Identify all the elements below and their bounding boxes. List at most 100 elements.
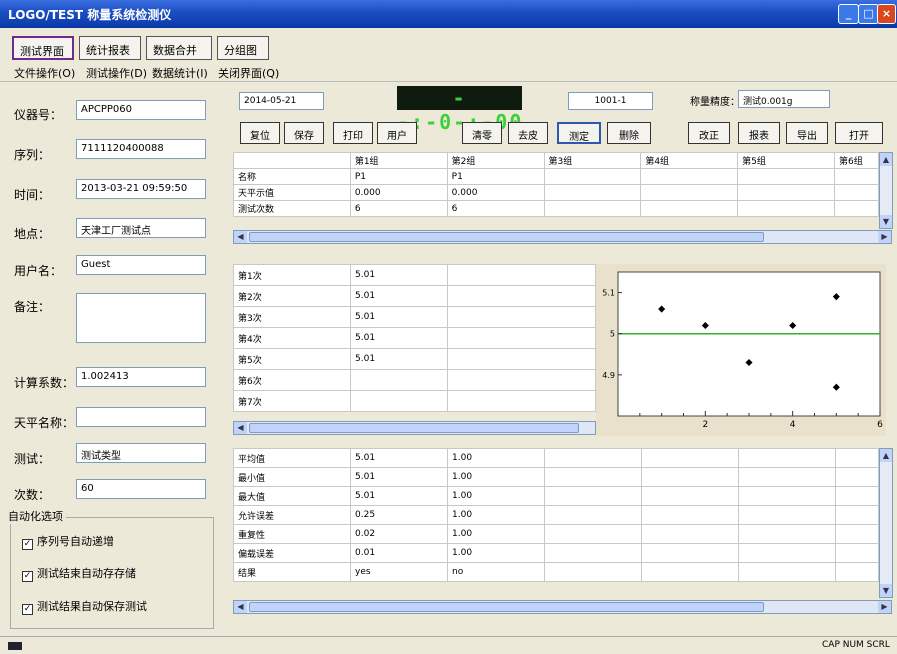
scale-name-field[interactable] (76, 407, 206, 427)
table-row[interactable]: 最大值 5.01 1.00 (233, 486, 879, 506)
table-row[interactable]: 第2次 5.01 (233, 285, 596, 307)
user-field[interactable]: Guest (76, 255, 206, 275)
table-cell (447, 390, 596, 412)
table-row[interactable]: 天平示值 0.000 0.000 (233, 184, 880, 201)
scroll-up-icon[interactable]: ▲ (880, 449, 892, 462)
table-cell (640, 184, 739, 201)
menu-stats[interactable]: 数据统计(I) (152, 65, 208, 81)
serial-field[interactable]: 7111120400088 (76, 139, 206, 159)
menu-file[interactable]: 文件操作(O) (14, 65, 75, 81)
maximize-button[interactable]: □ (858, 4, 879, 24)
table-row[interactable]: 结果 yes no (233, 562, 879, 582)
correct-button[interactable]: 改正 (688, 122, 730, 144)
vertical-scrollbar[interactable]: ▲ ▼ (879, 152, 893, 229)
scroll-thumb[interactable] (249, 602, 764, 612)
table-cell (544, 448, 642, 468)
vertical-scrollbar[interactable]: ▲ ▼ (879, 448, 893, 598)
menu-test[interactable]: 测试操作(D) (86, 65, 147, 81)
balance-field[interactable]: 测试0.001g (738, 90, 830, 108)
table-cell: 1.00 (447, 467, 545, 487)
balance-label: 称量精度： (690, 97, 740, 108)
table-row[interactable]: 平均值 5.01 1.00 (233, 448, 879, 468)
note-textarea[interactable] (76, 293, 206, 343)
tab-merge[interactable]: 数据合并 (146, 36, 212, 60)
scroll-up-icon[interactable]: ▲ (880, 153, 892, 166)
tare-button[interactable]: 去皮 (508, 122, 548, 144)
scroll-thumb[interactable] (249, 423, 579, 433)
measure-button[interactable]: 测定 (557, 122, 601, 144)
horizontal-scrollbar[interactable]: ◀ ▶ (233, 600, 892, 614)
label-scale-name: 天平名称： (14, 416, 75, 430)
coef-field[interactable]: 1.002413 (76, 367, 206, 387)
checkbox-auto-store[interactable]: ✓ 测试结束自动存存储 (22, 565, 136, 582)
table-cell (544, 562, 642, 582)
table-cell (641, 505, 739, 525)
open-button[interactable]: 打开 (835, 122, 883, 144)
export-button[interactable]: 导出 (786, 122, 828, 144)
table-row[interactable]: 第7次 (233, 390, 596, 412)
table-row[interactable]: 第6次 (233, 369, 596, 391)
reset-button[interactable]: 复位 (240, 122, 280, 144)
scroll-left-icon[interactable]: ◀ (234, 231, 247, 243)
table-row[interactable]: 第4次 5.01 (233, 327, 596, 349)
scroll-down-icon[interactable]: ▼ (880, 215, 892, 228)
zero-button[interactable]: 清零 (462, 122, 502, 144)
code-field[interactable]: 1001-1 (568, 92, 653, 110)
device-id-field[interactable]: APCPP060 (76, 100, 206, 120)
label-test-type: 测试： (14, 452, 51, 466)
table-cell: 测试次数 (233, 200, 351, 217)
scroll-left-icon[interactable]: ◀ (234, 601, 247, 613)
scroll-thumb[interactable] (249, 232, 764, 242)
user-button[interactable]: 用户 (377, 122, 417, 144)
scroll-right-icon[interactable]: ▶ (878, 601, 891, 613)
table-cell: 5.01 (350, 448, 448, 468)
count-field[interactable]: 60 (76, 479, 206, 499)
table-cell: yes (350, 562, 448, 582)
horizontal-scrollbar[interactable]: ◀ (233, 421, 596, 435)
test-type-field[interactable]: 测试类型 (76, 443, 206, 463)
table-cell: 6 (446, 200, 545, 217)
table-row[interactable]: 第5次 5.01 (233, 348, 596, 370)
label-place: 地点： (14, 227, 51, 241)
table-cell (641, 562, 739, 582)
table-cell: 6 (349, 200, 448, 217)
report-button[interactable]: 报表 (738, 122, 780, 144)
minimize-button[interactable]: _ (838, 4, 859, 24)
delete-button[interactable]: 删除 (607, 122, 651, 144)
table-cell (350, 369, 448, 391)
checkbox-auto-save[interactable]: ✓ 测试结果自动保存测试 (22, 598, 147, 615)
table-cell: 5.01 (350, 327, 448, 349)
table-cell: 1.00 (447, 524, 545, 544)
print-button[interactable]: 打印 (333, 122, 373, 144)
table-row[interactable]: 重复性 0.02 1.00 (233, 524, 879, 544)
scroll-down-icon[interactable]: ▼ (880, 584, 892, 597)
scroll-left-icon[interactable]: ◀ (234, 422, 247, 434)
table-cell (738, 543, 836, 563)
table-cell (738, 524, 836, 544)
close-button[interactable]: × (877, 4, 896, 24)
table-header: 第4组 (640, 152, 739, 169)
tab-group-chart[interactable]: 分组图 (217, 36, 269, 60)
tab-report[interactable]: 统计报表 (79, 36, 141, 60)
time-field[interactable]: 2013-03-21 09:59:50 (76, 179, 206, 199)
scroll-right-icon[interactable]: ▶ (878, 231, 891, 243)
menu-close[interactable]: 关闭界面(Q) (218, 65, 279, 81)
horizontal-scrollbar[interactable]: ◀ ▶ (233, 230, 892, 244)
table-row[interactable]: 第1次 5.01 (233, 264, 596, 286)
save-button[interactable]: 保存 (284, 122, 324, 144)
date-field[interactable]: 2014-05-21 (239, 92, 324, 110)
readings-table: 第1次 5.01 第2次 5.01 第3次 5.01 第4次 5.01 第5次 5.01 … (233, 264, 596, 412)
table-row[interactable]: 名称 P1 P1 (233, 168, 880, 185)
tab-test[interactable]: 测试界面 (12, 36, 74, 60)
checkbox-serial-increment[interactable]: ✓ 序列号自动递增 (22, 533, 114, 550)
place-field[interactable]: 天津工厂测试点 (76, 218, 206, 238)
table-row[interactable]: 偏载误差 0.01 1.00 (233, 543, 879, 563)
label-coef: 计算系数： (14, 376, 75, 390)
table-row[interactable]: 第3次 5.01 (233, 306, 596, 328)
table-row[interactable]: 最小值 5.01 1.00 (233, 467, 879, 487)
y-tick-label: 4.9 (602, 371, 615, 380)
table-cell (447, 285, 596, 307)
table-row[interactable]: 允许误差 0.25 1.00 (233, 505, 879, 525)
status-icon (8, 642, 22, 650)
table-row[interactable]: 测试次数 6 6 (233, 200, 880, 217)
